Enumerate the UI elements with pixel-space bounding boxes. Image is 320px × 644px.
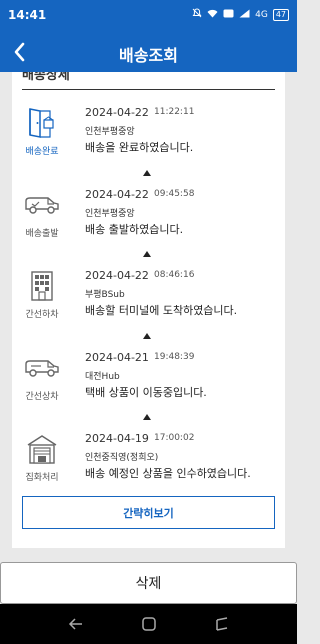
step-time: 08:46:16 [154, 270, 195, 280]
tracking-step: 배송출발 2024-04-22 09:45:58 인천부평중앙 배송 출발하였습… [12, 186, 285, 246]
step-location: 대전Hub [85, 372, 120, 382]
status-bar: 14:41 4G 47 [0, 0, 297, 32]
step-status-label: 배송출발 [25, 229, 59, 239]
building-icon [22, 267, 62, 305]
signal-icon [239, 9, 250, 21]
step-status-label: 집화처리 [25, 473, 59, 483]
step-time: 17:00:02 [154, 433, 195, 443]
step-message: 배송을 완료하였습니다. [85, 141, 194, 154]
collapse-button[interactable]: 간략히보기 [22, 496, 275, 529]
section-heading: 배송상세 [22, 72, 70, 83]
step-message: 배송 예정인 상품을 인수하였습니다. [85, 467, 251, 480]
tracking-step: 집화처리 2024-04-19 17:00:02 인천중직영(정희오) 배송 예… [12, 430, 285, 490]
tracking-step: 배송완료 2024-04-22 11:22:11 인천부평중앙 배송을 완료하였… [12, 104, 285, 164]
system-nav-bar [0, 604, 297, 644]
status-time: 14:41 [8, 8, 47, 22]
status-icons: 4G 47 [192, 8, 289, 21]
battery-icon: 47 [272, 8, 289, 21]
tracking-step: 간선하차 2024-04-22 08:46:16 부평BSub 배송할 터미널에… [12, 267, 285, 327]
step-time: 09:45:58 [154, 189, 195, 199]
tracking-detail-card: 배송상세 배송완료 2024-04-22 11:22:11 인천부평중앙 배송을… [12, 72, 285, 548]
timeline-arrow-icon [143, 170, 151, 176]
step-message: 배송할 터미널에 도착하였습니다. [85, 304, 238, 317]
timeline-arrow-icon [143, 333, 151, 339]
step-status-label: 간선하차 [25, 310, 59, 320]
nav-back-icon[interactable] [66, 614, 86, 634]
door-delivered-icon [22, 104, 62, 142]
step-status-label: 간선상차 [25, 392, 59, 402]
app-bar: 배송조회 [0, 32, 297, 72]
step-location: 인천중직영(정희오) [85, 453, 159, 463]
warehouse-icon [22, 430, 62, 468]
step-message: 택배 상품이 이동중입니다. [85, 386, 207, 399]
wifi-icon [207, 9, 218, 21]
section-divider [22, 89, 275, 90]
step-date: 2024-04-22 [85, 269, 149, 282]
step-time: 19:48:39 [154, 352, 195, 362]
step-date: 2024-04-22 [85, 188, 149, 201]
delete-button[interactable]: 삭제 [0, 562, 297, 604]
step-location: 인천부평중앙 [85, 209, 135, 219]
tracking-step: 간선상차 2024-04-21 19:48:39 대전Hub 택배 상품이 이동… [12, 349, 285, 409]
nav-recents-icon[interactable] [212, 614, 232, 634]
step-date: 2024-04-21 [85, 351, 149, 364]
truck-icon [22, 186, 62, 224]
step-location: 인천부평중앙 [85, 127, 135, 137]
network-type-label: 4G [255, 9, 268, 20]
timeline-arrow-icon [143, 414, 151, 420]
step-status-label: 배송완료 [25, 147, 59, 157]
step-time: 11:22:11 [154, 107, 195, 117]
mute-bell-icon [192, 8, 202, 21]
step-date: 2024-04-19 [85, 432, 149, 445]
step-date: 2024-04-22 [85, 106, 149, 119]
step-message: 배송 출발하였습니다. [85, 223, 184, 236]
page-title: 배송조회 [119, 46, 178, 65]
nav-home-icon[interactable] [139, 614, 159, 634]
step-location: 부평BSub [85, 290, 125, 300]
timeline-arrow-icon [143, 251, 151, 257]
hd-icon [223, 9, 234, 21]
truck-icon [22, 349, 62, 387]
